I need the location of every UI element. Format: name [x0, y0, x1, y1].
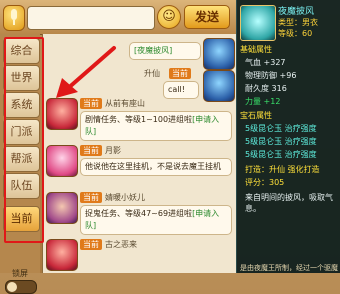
sender-name[interactable]: 婧暖小妖儿	[105, 192, 145, 203]
gem-line: 5级昆仑玉 治疗强度	[245, 150, 317, 159]
avatar[interactable]	[203, 38, 235, 70]
sender-name[interactable]: 古之恶来	[105, 239, 137, 250]
item-level: 等级：60	[278, 29, 313, 38]
footer-text: 是由夜魔王所制，经过一个驱魔	[240, 264, 338, 272]
lock-screen-label: 锁屏	[12, 269, 28, 278]
lock-screen-toggle[interactable]	[5, 280, 37, 294]
message-text: 他说他在这里挂机，不是说去魔王挂机	[85, 162, 221, 171]
avatar[interactable]	[46, 192, 78, 224]
sender-name[interactable]: 升仙	[144, 68, 160, 79]
channel-tag: 当前	[80, 239, 102, 250]
channel-tag: 当前	[80, 145, 102, 156]
chat-bubble: [夜魔披风]	[129, 42, 201, 60]
message-text: call!	[168, 85, 185, 94]
avatar[interactable]	[46, 239, 78, 271]
power-stat: 力量 +12	[245, 97, 281, 106]
item-name: 夜魔披风	[278, 7, 315, 17]
item-tooltip: 夜魔披风 类型：男衣 等级：60 基础属性 气血 +327 物理防御 +96 耐…	[236, 0, 340, 273]
chat-bubble: 他说他在这里挂机，不是说去魔王挂机	[80, 158, 232, 176]
item-link[interactable]: [夜魔披风]	[134, 46, 172, 55]
chat-input[interactable]	[27, 6, 155, 30]
stat-line: 物理防御 +96	[245, 71, 297, 80]
item-type: 类型：男衣	[278, 18, 318, 27]
avatar[interactable]	[46, 145, 78, 177]
red-arrow-icon	[56, 46, 116, 98]
message-text: 捉鬼任务、等级47~69进组啦	[85, 209, 193, 218]
gem-line: 5级昆仑玉 治疗强度	[245, 137, 317, 146]
send-button[interactable]: 发送	[184, 5, 230, 29]
stat-line: 耐久度 316	[245, 84, 287, 93]
emoji-button[interactable]: ☺	[157, 5, 181, 29]
chat-bubble: 捉鬼任务、等级47~69进组啦[申请入队]	[80, 205, 232, 235]
gem-attributes-heading: 宝石属性	[240, 111, 272, 120]
avatar[interactable]	[46, 98, 78, 130]
chat-bubble: 剧情任务、等级1~100进组啦[申请入队]	[80, 111, 232, 141]
highlight-frame	[4, 37, 44, 243]
avatar[interactable]	[203, 70, 235, 102]
chat-bubble: call!	[163, 81, 199, 99]
stat-line: 气血 +327	[245, 58, 286, 67]
channel-tag: 当前	[169, 68, 191, 79]
cloak-item-icon	[240, 5, 276, 41]
gem-line: 5级昆仑玉 治疗强度	[245, 124, 317, 133]
score-line: 评分：305	[245, 178, 285, 187]
base-attributes-heading: 基础属性	[240, 45, 272, 54]
microphone-icon[interactable]	[3, 5, 25, 31]
chat-input-bar: ☺ 发送	[0, 0, 236, 35]
message-text: 剧情任务、等级1~100进组啦	[85, 115, 193, 124]
sender-name[interactable]: 月影	[105, 145, 121, 156]
item-description: 来自明间的披风，吸取气息。	[245, 193, 333, 213]
forge-line: 打造：升仙 强化打造	[245, 165, 320, 174]
channel-tag: 当前	[80, 192, 102, 203]
